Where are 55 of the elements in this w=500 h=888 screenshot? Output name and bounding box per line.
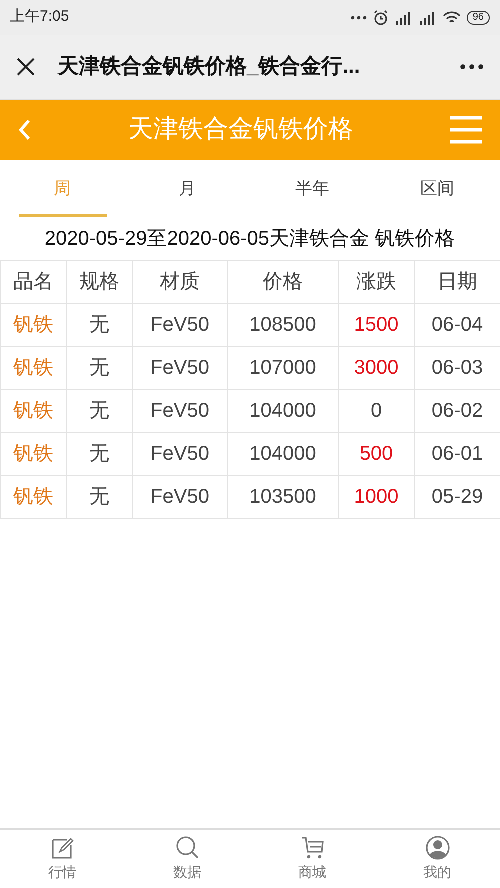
table-cell: 钒铁 bbox=[0, 432, 66, 476]
nav-item[interactable]: 我的 bbox=[424, 862, 452, 883]
search-icon bbox=[176, 836, 200, 860]
table-cell: FeV50 bbox=[132, 346, 228, 390]
table-cell: 钒铁 bbox=[0, 346, 66, 390]
wifi-icon bbox=[442, 10, 461, 24]
table-cell: 0 bbox=[338, 390, 414, 432]
table-cell: 钒铁 bbox=[0, 476, 66, 518]
battery-indicator: 96 bbox=[466, 10, 490, 24]
signal-icon bbox=[418, 10, 437, 24]
header-title: 天津铁合金钒铁价格 bbox=[128, 114, 354, 146]
column-header: 品名 bbox=[0, 260, 66, 304]
table-cell: 103500 bbox=[228, 476, 338, 518]
table-cell: FeV50 bbox=[132, 432, 228, 476]
nav-item[interactable]: 商城 bbox=[298, 862, 326, 883]
tab[interactable]: 周 bbox=[54, 176, 71, 206]
status-time: 上午7:05 bbox=[10, 7, 70, 28]
table-cell: 107000 bbox=[228, 346, 338, 390]
table-cell: 钒铁 bbox=[0, 390, 66, 432]
table-cell: 无 bbox=[66, 346, 132, 390]
page-title: 天津铁合金钒铁价格_铁合金行... bbox=[58, 54, 362, 80]
tab[interactable]: 区间 bbox=[420, 176, 454, 206]
table-cell: 1500 bbox=[338, 304, 414, 346]
table-cell: FeV50 bbox=[132, 390, 228, 432]
user-icon bbox=[426, 836, 450, 860]
table-cell: 500 bbox=[338, 432, 414, 476]
table-cell: 无 bbox=[66, 304, 132, 346]
column-header: 涨跌 bbox=[338, 260, 414, 304]
edit-icon bbox=[50, 836, 74, 860]
close-icon[interactable] bbox=[16, 57, 36, 77]
column-header: 价格 bbox=[228, 260, 338, 304]
table-cell: 108500 bbox=[228, 304, 338, 346]
signal-icon bbox=[394, 10, 413, 24]
table-cell: 无 bbox=[66, 476, 132, 518]
table-cell: FeV50 bbox=[132, 304, 228, 346]
nav-item[interactable]: 行情 bbox=[48, 862, 76, 883]
more-icon[interactable] bbox=[460, 64, 484, 70]
table-cell: 无 bbox=[66, 432, 132, 476]
nav-item[interactable]: 数据 bbox=[174, 862, 202, 883]
table-cell: 无 bbox=[66, 390, 132, 432]
tab[interactable]: 半年 bbox=[296, 176, 330, 206]
cart-icon bbox=[300, 836, 324, 860]
table-cell: 104000 bbox=[228, 390, 338, 432]
table-cell: FeV50 bbox=[132, 476, 228, 518]
table-caption: 2020-05-29至2020-06-05天津铁合金 钒铁价格 bbox=[44, 227, 456, 252]
column-header: 日期 bbox=[414, 260, 500, 304]
more-icon bbox=[350, 16, 367, 20]
table-cell: 1000 bbox=[338, 476, 414, 518]
alarm-icon bbox=[372, 10, 389, 26]
table-cell: 3000 bbox=[338, 346, 414, 390]
tab[interactable]: 月 bbox=[179, 176, 196, 206]
column-header: 材质 bbox=[132, 260, 228, 304]
table-cell: 104000 bbox=[228, 432, 338, 476]
table-cell: 钒铁 bbox=[0, 304, 66, 346]
column-header: 规格 bbox=[66, 260, 132, 304]
